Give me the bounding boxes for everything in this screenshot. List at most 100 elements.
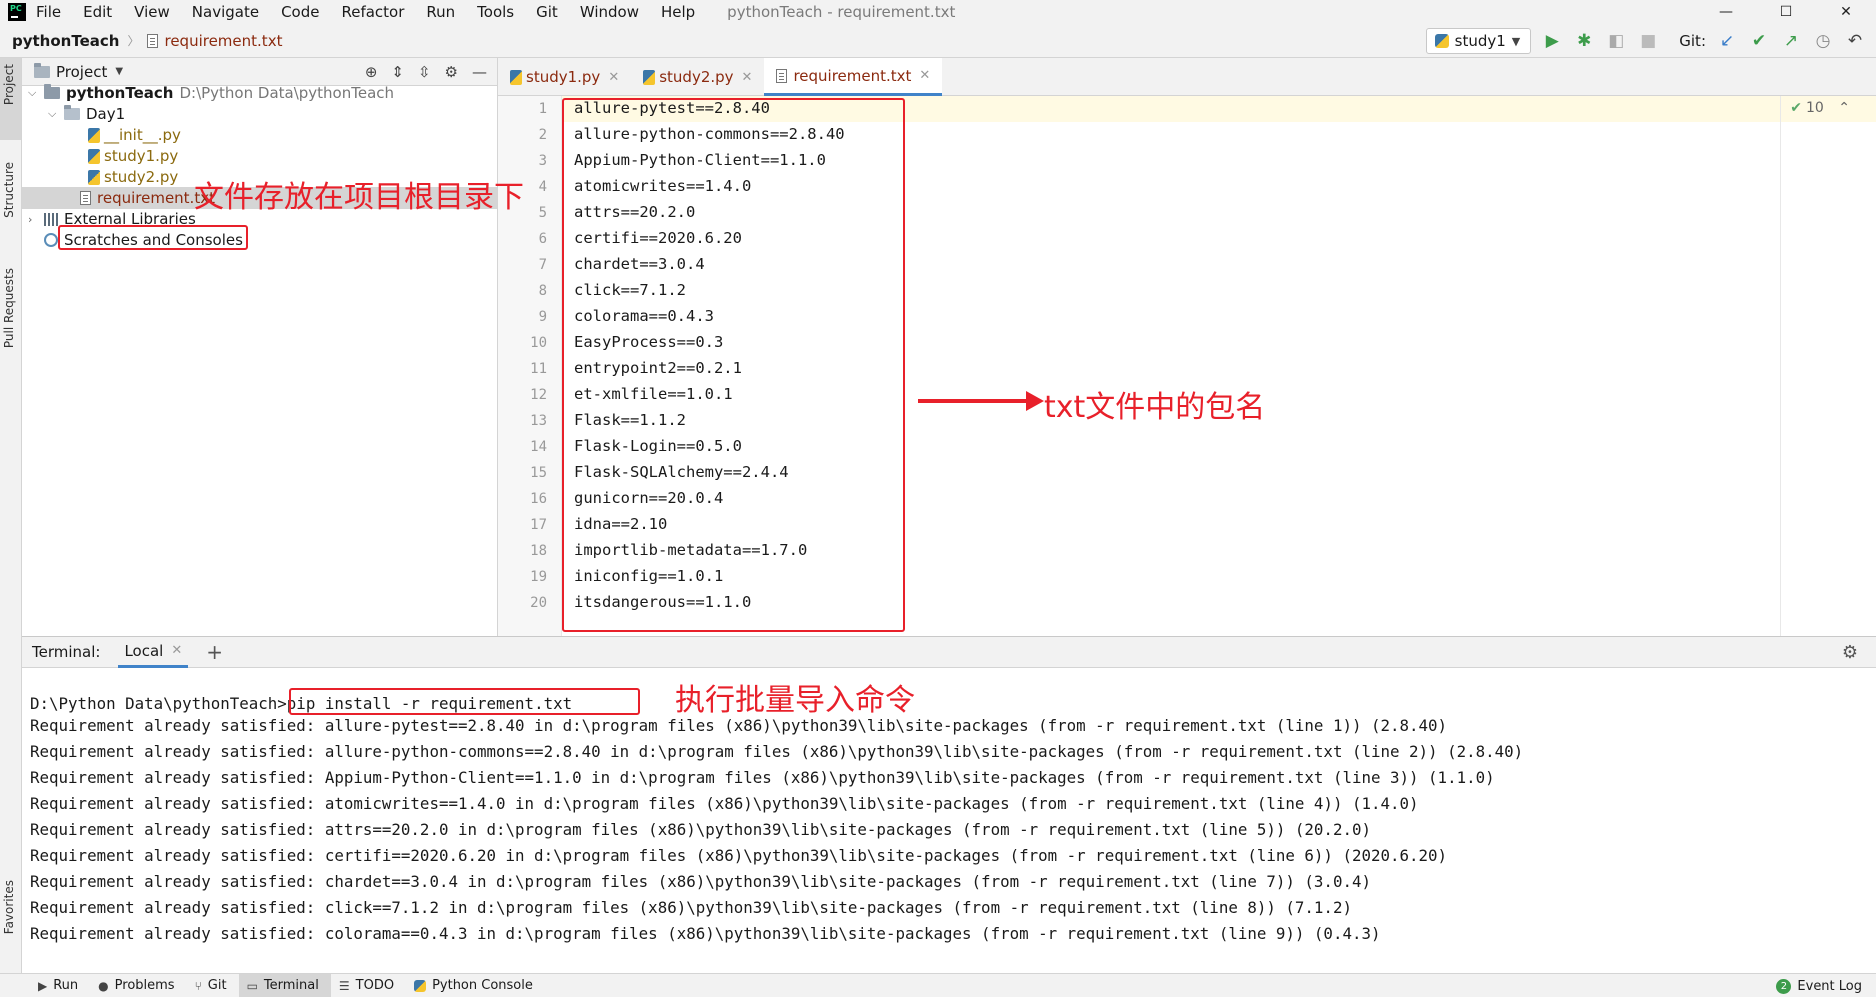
menu-navigate[interactable]: Navigate <box>192 3 259 21</box>
toolwindow-problems[interactable]: ● Problems <box>90 974 186 997</box>
menu-help[interactable]: Help <box>661 3 695 21</box>
terminal-line: Requirement already satisfied: attrs==20… <box>30 820 1371 839</box>
line-number: 9 <box>538 309 547 325</box>
menu-edit[interactable]: Edit <box>83 3 112 21</box>
chevron-right-icon[interactable]: › <box>28 213 44 226</box>
tab-study1[interactable]: study1.py ✕ <box>498 58 631 96</box>
close-icon[interactable]: ✕ <box>1816 0 1876 24</box>
menu-bar: PC File Edit View Navigate Code Refactor… <box>0 0 1876 24</box>
menu-run[interactable]: Run <box>426 3 455 21</box>
line-number: 7 <box>538 257 547 273</box>
file-label: __init__.py <box>104 126 181 144</box>
breadcrumb-separator-icon: 〉 <box>127 34 140 48</box>
file-label: study2.py <box>104 168 179 186</box>
line-number: 20 <box>530 595 547 611</box>
line-number: 8 <box>538 283 547 299</box>
chevron-down-icon[interactable]: ⌵ <box>48 107 64 121</box>
terminal-line: Requirement already satisfied: atomicwri… <box>30 794 1419 813</box>
coverage-icon[interactable]: ◧ <box>1605 31 1627 51</box>
menu-tools[interactable]: Tools <box>477 3 514 21</box>
scratches-icon <box>44 233 58 247</box>
line-number: 13 <box>530 413 547 429</box>
terminal-line: Requirement already satisfied: certifi==… <box>30 846 1448 865</box>
line-number: 5 <box>538 205 547 221</box>
root-path: D:\Python Data\pythonTeach <box>179 84 395 102</box>
line-number: 2 <box>538 127 547 143</box>
python-file-icon <box>88 148 100 164</box>
run-icon[interactable]: ▶ <box>1541 31 1563 51</box>
rollback-icon[interactable]: ↶ <box>1844 31 1866 51</box>
python-file-icon <box>510 69 522 85</box>
toolwindow-label: Terminal <box>263 978 319 993</box>
chevron-down-icon[interactable]: ⌵ <box>28 86 44 100</box>
menu-code[interactable]: Code <box>281 3 319 21</box>
expand-all-icon[interactable]: ⇕ <box>391 63 404 81</box>
minimize-icon[interactable]: — <box>1696 0 1756 24</box>
tool-tab-structure[interactable]: Structure <box>2 162 16 218</box>
python-icon <box>1434 34 1449 48</box>
hide-icon[interactable]: — <box>472 63 487 81</box>
git-label: Git: <box>1679 32 1706 50</box>
tree-file-study2[interactable]: study2.py <box>88 166 178 188</box>
project-panel: Project ▼ ⊕ ⇕ ⇳ ⚙ — ⌵ pythonTeach D:\Pyt… <box>22 58 498 636</box>
debug-icon[interactable]: ✱ <box>1573 31 1595 51</box>
maximize-icon[interactable]: ☐ <box>1756 0 1816 24</box>
line-number: 4 <box>538 179 547 195</box>
toolwindow-run[interactable]: ▶ Run <box>30 974 90 997</box>
tree-folder-day1[interactable]: ⌵ Day1 <box>48 103 125 125</box>
toolwindow-todo[interactable]: ☰ TODO <box>331 974 406 997</box>
collapse-all-icon[interactable]: ⇳ <box>418 63 431 81</box>
todo-icon: ☰ <box>338 978 350 993</box>
left-tool-strip: Project Structure Pull Requests Favorite… <box>0 58 22 973</box>
close-tab-icon[interactable]: ✕ <box>608 70 619 85</box>
run-config-selector[interactable]: study1 ▼ <box>1425 28 1532 54</box>
window-controls: — ☐ ✕ <box>1696 0 1876 24</box>
terminal-tab-local[interactable]: Local ✕ <box>118 636 189 668</box>
history-icon[interactable]: ◷ <box>1812 31 1834 51</box>
breadcrumb-project[interactable]: pythonTeach <box>12 32 119 50</box>
toolwindow-git[interactable]: ⑂ Git <box>187 974 239 997</box>
menu-git[interactable]: Git <box>536 3 558 21</box>
line-number: 18 <box>530 543 547 559</box>
line-number: 17 <box>530 517 547 533</box>
menu-file[interactable]: File <box>36 3 61 21</box>
git-update-icon[interactable]: ↙ <box>1716 31 1738 51</box>
git-commit-icon[interactable]: ✔ <box>1748 31 1770 51</box>
chevron-up-icon[interactable]: ⌃ <box>1838 100 1850 116</box>
tool-tab-pull-requests[interactable]: Pull Requests <box>2 268 16 348</box>
editor-scrollbar[interactable] <box>1780 96 1876 636</box>
menu-window[interactable]: Window <box>580 3 639 21</box>
gear-icon[interactable]: ⚙ <box>445 63 458 81</box>
toolwindow-terminal[interactable]: ▭ Terminal <box>238 973 331 997</box>
add-terminal-icon[interactable]: + <box>206 640 223 664</box>
tool-tab-project[interactable]: Project <box>2 64 16 105</box>
close-tab-icon[interactable]: ✕ <box>919 68 930 83</box>
event-log[interactable]: 2 Event Log <box>1776 974 1862 997</box>
toolwindow-label: Git <box>207 978 227 993</box>
chevron-down-icon[interactable]: ▼ <box>115 66 123 77</box>
locate-icon[interactable]: ⊕ <box>365 63 378 81</box>
close-tab-icon[interactable]: ✕ <box>171 643 182 658</box>
line-number: 19 <box>530 569 547 585</box>
close-tab-icon[interactable]: ✕ <box>742 70 753 85</box>
terminal-line: Requirement already satisfied: Appium-Py… <box>30 768 1495 787</box>
tree-root[interactable]: ⌵ pythonTeach D:\Python Data\pythonTeach <box>28 82 394 104</box>
line-number: 12 <box>530 387 547 403</box>
tree-file-study1[interactable]: study1.py <box>88 145 178 167</box>
terminal-line: Requirement already satisfied: click==7.… <box>30 898 1352 917</box>
tool-tab-favorites[interactable]: Favorites <box>2 880 16 934</box>
breadcrumb-file[interactable]: requirement.txt <box>164 32 282 50</box>
tree-file-init[interactable]: __init__.py <box>88 124 181 146</box>
toolwindow-label: Python Console <box>432 978 533 993</box>
tab-requirement[interactable]: requirement.txt ✕ <box>764 58 943 96</box>
python-file-icon <box>88 127 100 143</box>
git-push-icon[interactable]: ↗ <box>1780 31 1802 51</box>
stop-icon[interactable]: ■ <box>1637 31 1659 51</box>
menu-view[interactable]: View <box>134 3 170 21</box>
inspection-widget[interactable]: ✔ 10 ⌃ <box>1790 100 1850 116</box>
menu-refactor[interactable]: Refactor <box>341 3 404 21</box>
tab-study2[interactable]: study2.py ✕ <box>631 58 764 96</box>
gear-icon[interactable]: ⚙ <box>1842 642 1858 663</box>
project-panel-title[interactable]: Project <box>56 63 107 81</box>
toolwindow-python-console[interactable]: Python Console <box>406 974 545 997</box>
